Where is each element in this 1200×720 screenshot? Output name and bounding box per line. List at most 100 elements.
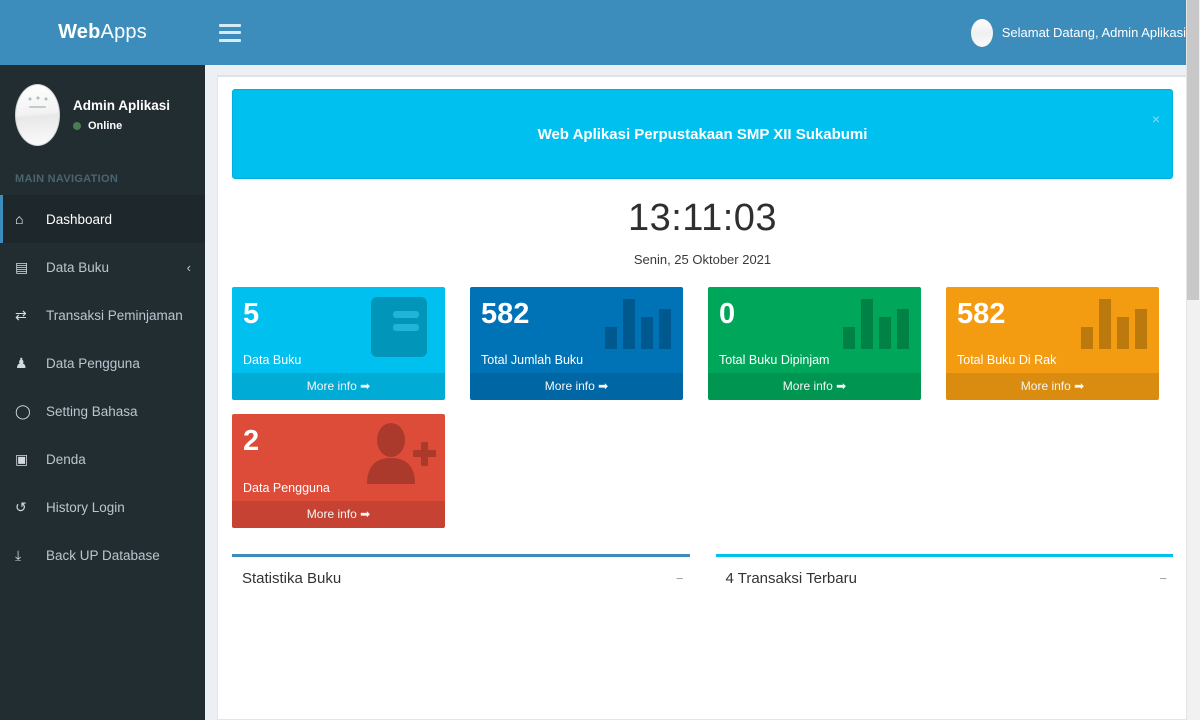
sidebar-item-label: Data Buku: [46, 259, 110, 275]
panel-title: 4 Transaksi Terbaru: [725, 569, 857, 587]
download-icon: ⤓: [15, 546, 22, 563]
panel-4-transaksi-terbaru: 4 Transaksi Terbaru −: [715, 553, 1174, 597]
minimize-icon[interactable]: −: [676, 572, 684, 585]
stat-box-value: 5: [243, 298, 260, 330]
hamburger-bar: [219, 31, 241, 34]
user-avatar-small-icon: [970, 18, 993, 47]
stat-box-body: 2 Data Pengguna: [232, 414, 445, 500]
stat-box-total-jumlah-buku[interactable]: 582 Total Jumlah Buku More info ➡: [470, 287, 683, 401]
sidebar-user-panel[interactable]: Admin Aplikasi Online: [0, 65, 205, 165]
more-info-link[interactable]: More info ➡: [232, 500, 445, 528]
sidebar-item-history-login[interactable]: ↺ History Login: [0, 483, 205, 531]
banner-title: Web Aplikasi Perpustakaan SMP XII Sukabu…: [537, 125, 868, 143]
sidebar-item-label: History Login: [46, 499, 125, 515]
users-icon: ♟: [15, 354, 28, 371]
more-info-link[interactable]: More info ➡: [708, 373, 921, 401]
sidebar-item-back-up-database[interactable]: ⤓ Back UP Database: [0, 531, 205, 579]
stat-box-total-buku-dipinjam[interactable]: 0 Total Buku Dipinjam More info ➡: [708, 287, 921, 401]
sidebar-item-setting-bahasa[interactable]: ◯ Setting Bahasa: [0, 387, 205, 435]
stat-box-data-pengguna[interactable]: 2 Data Pengguna More info ➡: [232, 414, 445, 528]
sidebar: Web Apps Admin Aplikasi Online MAIN NAVIG…: [0, 0, 205, 720]
more-info-label: More info: [306, 506, 357, 521]
history-icon: ↺: [15, 498, 27, 515]
circle-icon: ◯: [15, 402, 31, 419]
arrow-circle-right-icon: ➡: [1074, 379, 1085, 394]
announcement-banner: Web Aplikasi Perpustakaan SMP XII Sukabu…: [232, 89, 1173, 179]
sidebar-user-status-label: Online: [88, 120, 123, 132]
user-avatar-icon: [15, 84, 60, 146]
stat-boxes-row-2: 2 Data Pengguna More info ➡: [232, 414, 1173, 528]
hamburger-bar: [219, 23, 241, 27]
panels-row: Statistika Buku − 4 Transaksi Terbaru −: [232, 553, 1174, 597]
welcome-message: Selamat Datang, Admin Aplikasi: [1001, 25, 1186, 40]
logo-text-bold: Web: [58, 21, 101, 43]
hamburger-bar: [219, 38, 241, 42]
stat-box-label: Data Pengguna: [243, 480, 330, 495]
panel-header: 4 Transaksi Terbaru −: [716, 557, 1174, 597]
stat-box-label: Total Buku Dipinjam: [719, 353, 830, 368]
stat-box-label: Data Buku: [243, 353, 302, 368]
more-info-link[interactable]: More info ➡: [470, 373, 683, 401]
more-info-link[interactable]: More info ➡: [232, 373, 445, 401]
stat-box-value: 2: [243, 425, 260, 458]
sidebar-item-label: Denda: [46, 451, 86, 467]
book-icon: ▤: [15, 258, 29, 275]
nav-section-header: MAIN NAVIGATION: [15, 173, 119, 185]
stat-box-total-buku-di-rak[interactable]: 582 Total Buku Di Rak More info ➡: [946, 287, 1159, 401]
sidebar-item-data-pengguna[interactable]: ♟ Data Pengguna: [0, 339, 205, 387]
content-card: Web Aplikasi Perpustakaan SMP XII Sukabu…: [217, 75, 1188, 720]
sidebar-user-name: Admin Aplikasi: [73, 98, 171, 113]
stat-box-label: Total Buku Di Rak: [957, 353, 1057, 368]
more-info-label: More info: [782, 379, 833, 394]
close-icon[interactable]: ×: [1152, 112, 1160, 126]
sidebar-user-info: Admin Aplikasi Online: [73, 98, 170, 132]
hamburger-icon[interactable]: [219, 23, 241, 42]
sidebar-item-label: Setting Bahasa: [46, 403, 138, 419]
stat-box-data-buku[interactable]: 5 Data Buku More info ➡: [232, 287, 445, 401]
money-icon: ▣: [15, 450, 29, 467]
stat-box-value: 582: [957, 298, 1006, 330]
sidebar-item-label: Back UP Database: [46, 547, 160, 563]
sidebar-item-data-buku[interactable]: ▤ Data Buku ‹: [0, 243, 205, 291]
online-dot-icon: [73, 122, 81, 130]
sidebar-item-label: Dashboard: [46, 211, 113, 227]
more-info-label: More info: [544, 379, 595, 394]
more-info-link[interactable]: More info ➡: [946, 373, 1159, 401]
main-region: Selamat Datang, Admin Aplikasi Web Aplik…: [205, 0, 1200, 720]
panel-title: Statistika Buku: [242, 569, 342, 587]
sidebar-nav: ⌂ Dashboard ▤ Data Buku ‹ ⇄ Transaksi Peminjam…: [0, 195, 205, 579]
sidebar-item-label: Transaksi Peminjaman: [46, 307, 183, 323]
page-scrollbar[interactable]: [1186, 0, 1200, 720]
panel-statistika-buku: Statistika Buku −: [232, 553, 690, 597]
stat-box-body: 0 Total Buku Dipinjam: [708, 287, 921, 373]
topbar-user-menu[interactable]: Selamat Datang, Admin Aplikasi: [970, 18, 1192, 47]
status-badge: Online: [73, 120, 170, 132]
home-icon: ⌂: [15, 211, 24, 227]
app-root: Web Apps Admin Aplikasi Online MAIN NAVIG…: [0, 0, 1200, 720]
arrow-circle-right-icon: ➡: [598, 379, 609, 394]
minimize-icon[interactable]: −: [1159, 572, 1167, 585]
stat-box-body: 5 Data Buku: [232, 287, 445, 373]
arrow-circle-right-icon: ➡: [360, 379, 371, 394]
exchange-icon: ⇄: [15, 306, 27, 323]
sidebar-item-dashboard[interactable]: ⌂ Dashboard: [0, 195, 205, 243]
stat-box-body: 582 Total Buku Di Rak: [946, 287, 1159, 373]
stat-box-value: 582: [481, 298, 530, 330]
scrollbar-thumb[interactable]: [1187, 0, 1199, 300]
stat-boxes-row-1: 5 Data Buku More info ➡ 582 Total Jumlah Buk…: [232, 287, 1173, 401]
clock-date: Senin, 25 Oktober 2021: [633, 252, 772, 267]
app-logo[interactable]: Web Apps: [0, 0, 205, 65]
arrow-circle-right-icon: ➡: [360, 506, 371, 521]
clock-time: 13:11:03: [627, 197, 778, 239]
more-info-label: More info: [1020, 379, 1071, 394]
stat-box-value: 0: [719, 298, 736, 330]
stat-box-label: Total Jumlah Buku: [481, 353, 584, 368]
content-wrapper: Web Aplikasi Perpustakaan SMP XII Sukabu…: [205, 65, 1200, 720]
chevron-left-icon: ‹: [186, 259, 191, 275]
sidebar-item-denda[interactable]: ▣ Denda: [0, 435, 205, 483]
panel-header: Statistika Buku −: [232, 557, 690, 597]
arrow-circle-right-icon: ➡: [836, 379, 847, 394]
sidebar-item-transaksi-peminjaman[interactable]: ⇄ Transaksi Peminjaman: [0, 291, 205, 339]
more-info-label: More info: [306, 379, 357, 394]
logo-text-light: Apps: [100, 21, 147, 43]
